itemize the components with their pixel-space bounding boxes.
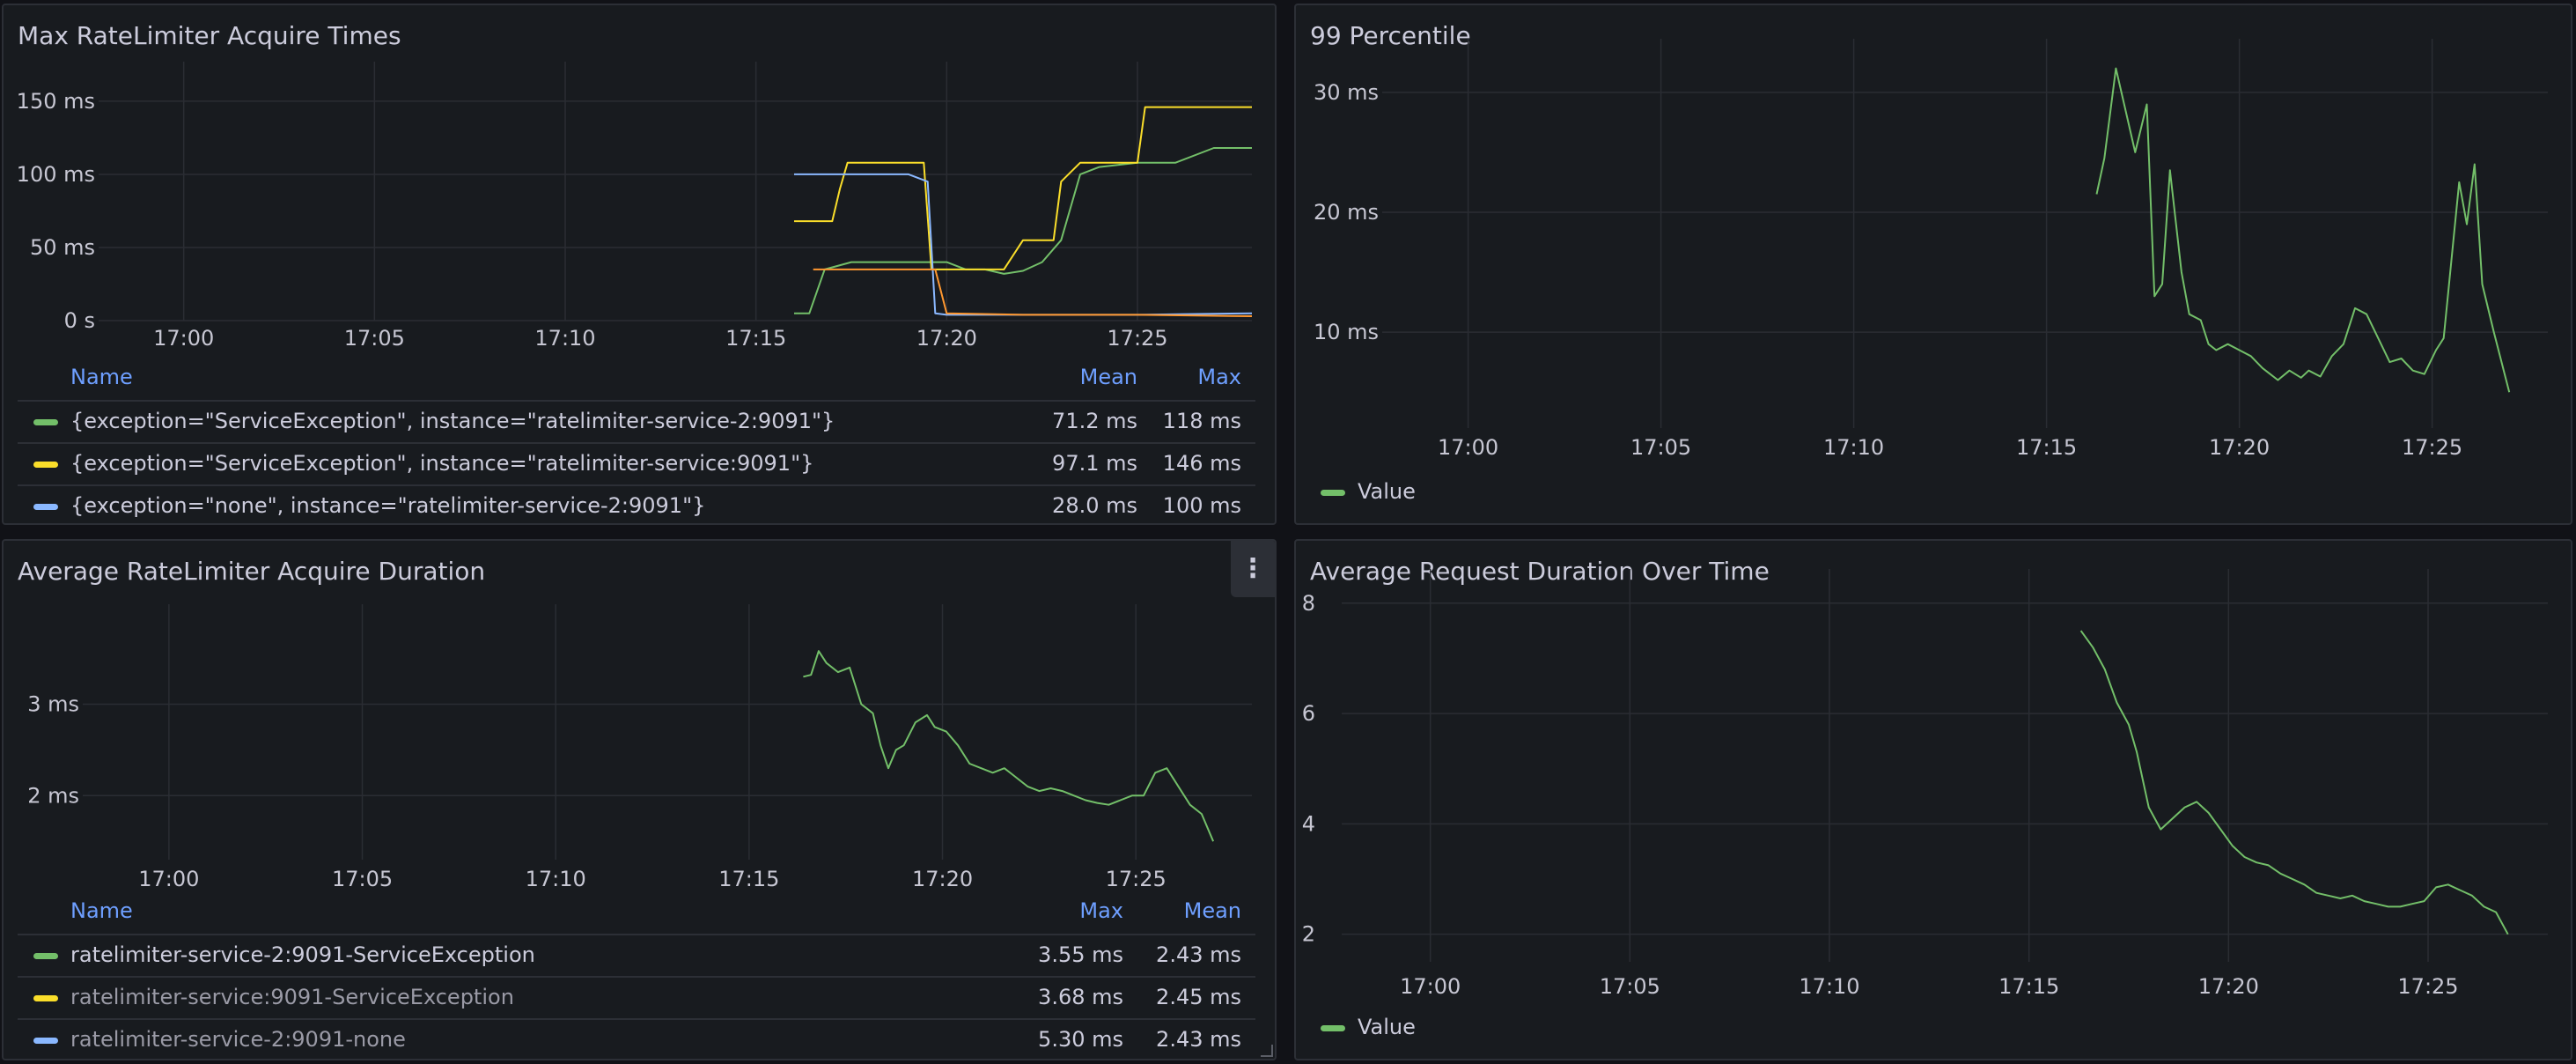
legend-row[interactable]: {exception="ServiceException", instance=… [18,400,1255,442]
legend-mean-value: 71.2 ms [1052,409,1137,433]
y-tick-label: 3 ms [27,691,79,716]
legend-mean-value: 28.0 ms [1052,493,1137,518]
series-color-swatch [33,462,58,468]
series-color-swatch [1321,1024,1345,1031]
x-tick-label: 17:10 [1799,974,1859,999]
legend-item[interactable]: Value [1321,1015,1416,1039]
x-tick-label: 17:20 [2209,435,2270,460]
legend-series-name: ratelimiter-service-2:9091-none [70,1027,406,1052]
x-tick-label: 17:05 [1630,435,1691,460]
legend-max-value: 100 ms [1162,493,1241,518]
legend-row[interactable]: {exception="ServiceException", instance=… [18,442,1255,484]
x-tick-label: 17:05 [1600,974,1660,999]
x-tick-label: 17:00 [1438,435,1498,460]
x-tick-label: 17:05 [344,326,405,351]
series-line[interactable] [2095,67,2511,393]
x-tick-label: 17:25 [1107,326,1167,351]
legend-row[interactable]: ratelimiter-service-2:9091-none 5.30 ms … [18,1018,1255,1059]
legend-row[interactable]: {exception="none", instance="ratelimiter… [18,484,1255,523]
x-tick-label: 17:05 [332,867,393,891]
x-tick-label: 17:20 [2198,974,2259,999]
y-tick-label: 8 [1302,591,1315,616]
legend-series-name: {exception="ServiceException", instance=… [70,451,814,476]
series-color-swatch [33,995,58,1001]
legend-header-max[interactable]: Max [1197,365,1241,389]
x-tick-label: 17:00 [138,867,199,891]
x-tick-label: 17:10 [534,326,595,351]
legend-header-mean[interactable]: Mean [1080,365,1137,389]
y-tick-label: 6 [1302,701,1315,726]
legend-row[interactable]: ratelimiter-service:9091-ServiceExceptio… [18,976,1255,1018]
series-color-swatch [33,419,58,425]
legend-series-name: ratelimiter-service:9091-ServiceExceptio… [70,985,514,1009]
y-tick-label: 20 ms [1314,200,1379,225]
series-line[interactable] [794,173,1253,316]
legend-row[interactable]: ratelimiter-service-2:9091-ServiceExcept… [18,934,1255,976]
y-tick-label: 0 s [64,308,95,333]
x-tick-label: 17:15 [1998,974,2059,999]
series-line[interactable] [794,147,1252,314]
y-tick-label: 30 ms [1314,80,1379,105]
legend-header-name[interactable]: Name [70,898,133,923]
x-tick-label: 17:15 [2016,435,2077,460]
avg-acquire-chart[interactable]: 17:00 17:05 17:10 17:15 17:20 17:25 2 ms 3 ms [4,541,1277,911]
series-color-swatch [1321,489,1345,496]
legend-max-value: 5.30 ms [1038,1027,1123,1052]
x-tick-label: 17:25 [1106,867,1167,891]
panel-resize-handle[interactable] [1261,1045,1273,1057]
legend-max-value: 146 ms [1162,451,1241,476]
x-tick-label: 17:00 [1400,974,1461,999]
panel-max-ratelimiter-acquire-times[interactable]: Max RateLimiter Acquire Times 17:00 17:05… [2,4,1277,525]
y-tick-label: 2 ms [27,783,79,808]
x-tick-label: 17:20 [916,326,977,351]
legend-max-value: 118 ms [1162,409,1241,433]
y-tick-label: 150 ms [17,89,95,114]
legend-header-max[interactable]: Max [1079,898,1123,923]
series-color-swatch [33,953,58,959]
y-tick-label: 4 [1302,811,1315,836]
panel-99-percentile[interactable]: 99 Percentile 17:00 17:05 17:10 17:15 17:20 1… [1294,4,2572,525]
y-tick-label: 2 [1302,922,1315,947]
series-line[interactable] [813,268,1253,317]
legend-label: Value [1358,1015,1416,1039]
p99-chart[interactable]: 17:00 17:05 17:10 17:15 17:20 17:25 10 ms 20 ms… [1296,5,2572,481]
series-line[interactable] [803,650,1215,842]
legend-header-mean[interactable]: Mean [1184,898,1241,923]
legend-table: Name Mean Max {exception="ServiceExcepti… [18,365,1255,523]
x-tick-label: 17:25 [2402,435,2462,460]
legend-mean-value: 2.45 ms [1156,985,1241,1009]
y-tick-label: 50 ms [30,235,95,260]
legend-label: Value [1358,479,1416,504]
legend-mean-value: 2.43 ms [1156,942,1241,967]
legend-series-name: {exception="ServiceException", instance=… [70,409,835,433]
y-tick-label: 10 ms [1314,320,1379,344]
legend-series-name: ratelimiter-service-2:9091-ServiceExcept… [70,942,535,967]
series-line[interactable] [2079,630,2509,935]
series-color-swatch [33,1038,58,1044]
legend-header: Name Mean Max [18,365,1255,400]
legend-header-name[interactable]: Name [70,365,133,389]
legend-series-name: {exception="none", instance="ratelimiter… [70,493,706,518]
x-tick-label: 17:15 [718,867,779,891]
x-tick-label: 17:15 [725,326,786,351]
x-tick-label: 17:00 [153,326,214,351]
legend-mean-value: 97.1 ms [1052,451,1137,476]
legend-mean-value: 2.43 ms [1156,1027,1241,1052]
panel-average-request-duration-over-time[interactable]: Average Request Duration Over Time 17:00… [1294,539,2572,1060]
x-tick-label: 17:10 [526,867,586,891]
legend-table: Name Max Mean ratelimiter-service-2:9091… [18,898,1255,1059]
legend-header: Name Max Mean [18,898,1255,934]
avg-request-chart[interactable]: 17:00 17:05 17:10 17:15 17:20 17:25 2 4 6 8 [1296,541,2572,1016]
y-tick-label: 100 ms [17,162,95,187]
x-tick-label: 17:25 [2397,974,2458,999]
series-line[interactable] [794,106,1252,270]
legend-max-value: 3.55 ms [1038,942,1123,967]
series-color-swatch [33,504,58,510]
legend-item[interactable]: Value [1321,479,1416,504]
legend-max-value: 3.68 ms [1038,985,1123,1009]
panel-average-ratelimiter-acquire-duration[interactable]: Average RateLimiter Acquire Duration ⋮ 1… [2,539,1277,1060]
max-acquire-chart[interactable]: 17:00 17:05 17:10 17:15 17:20 17:25 0 s 50 ms 10… [4,5,1277,375]
x-tick-label: 17:10 [1823,435,1884,460]
x-tick-label: 17:20 [912,867,973,891]
